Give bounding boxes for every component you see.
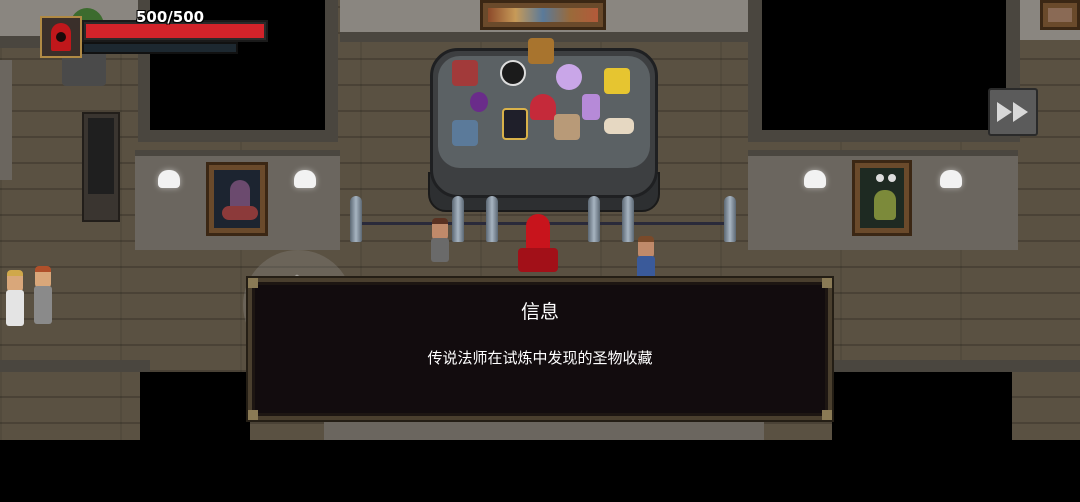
relic-treasure-chest-icon: [528, 38, 554, 64]
rope-post: [622, 196, 634, 242]
npc-ginger-boy[interactable]: [30, 266, 56, 338]
relic-gem-wand-icon: [556, 64, 582, 90]
relic-crystal-icon: [582, 94, 600, 120]
mana-bar: [82, 42, 238, 54]
wall-lamp: [804, 170, 826, 188]
info-dialog[interactable]: 信息 传说法师在试炼中发现的圣物收藏: [248, 278, 832, 420]
dialog-message: 传说法师在试炼中发现的圣物收藏: [427, 349, 653, 367]
painting-green-hermit: [852, 160, 912, 236]
relic-red-octopus-icon: [530, 94, 556, 120]
npc-blue-shirt-boy[interactable]: [634, 236, 658, 280]
relic-potion-icon: [470, 92, 488, 112]
wall-lamp: [294, 170, 316, 188]
dialog-corner: [822, 410, 832, 420]
rope-post: [452, 196, 464, 242]
wall-lamp: [158, 170, 180, 188]
red-hood-mage-icon[interactable]: [40, 16, 82, 58]
lower-wall-right: [832, 360, 1080, 372]
dialog-corner: [248, 410, 258, 420]
npc-maid-girl[interactable]: [2, 270, 28, 340]
relic-scroll-icon: [604, 118, 634, 134]
relic-green-rune-box-icon: [452, 120, 478, 146]
npc-brown-hair-boy[interactable]: [428, 218, 452, 278]
fast-forward-icon: [997, 102, 1028, 122]
void-right: [762, 0, 1006, 130]
wall-lamp: [940, 170, 962, 188]
player-hud: 500/500: [40, 8, 268, 66]
health-text: 500/500: [136, 8, 205, 26]
relic-star-card-icon: [502, 108, 528, 140]
rope-post: [588, 196, 600, 242]
pedestal-screen: [88, 118, 114, 194]
painting-tentacle-mage: [206, 162, 268, 236]
rope-post: [724, 196, 736, 242]
health-bar-fill: [86, 24, 264, 38]
rope-post: [350, 196, 362, 242]
bottom-ledge: [324, 420, 764, 440]
gallery-wall-left-trim: [135, 150, 340, 156]
dialog-corner: [248, 278, 258, 288]
relic-dark-cloak-icon: [500, 60, 526, 86]
dialog-corner: [822, 278, 832, 288]
gallery-wall-right-trim: [748, 150, 1018, 156]
relic-gift-bag-icon: [554, 114, 580, 140]
left-room-wall: [0, 60, 12, 180]
rope-post: [486, 196, 498, 242]
bottom-void: [0, 440, 1080, 502]
player-red-hooded-mage[interactable]: [516, 214, 560, 278]
fast-forward-button[interactable]: [988, 88, 1038, 136]
painting-top-right: [1040, 0, 1080, 30]
game-scene: ︿ 500/500 信息 传说法师在试炼中发现的圣物收藏: [0, 0, 1080, 502]
relic-red-lantern-icon: [452, 60, 478, 86]
painting-top-center: [480, 0, 606, 30]
relic-golden-tome-icon: [604, 68, 630, 94]
dialog-title: 信息: [520, 301, 559, 323]
lower-wall-left: [0, 360, 150, 372]
